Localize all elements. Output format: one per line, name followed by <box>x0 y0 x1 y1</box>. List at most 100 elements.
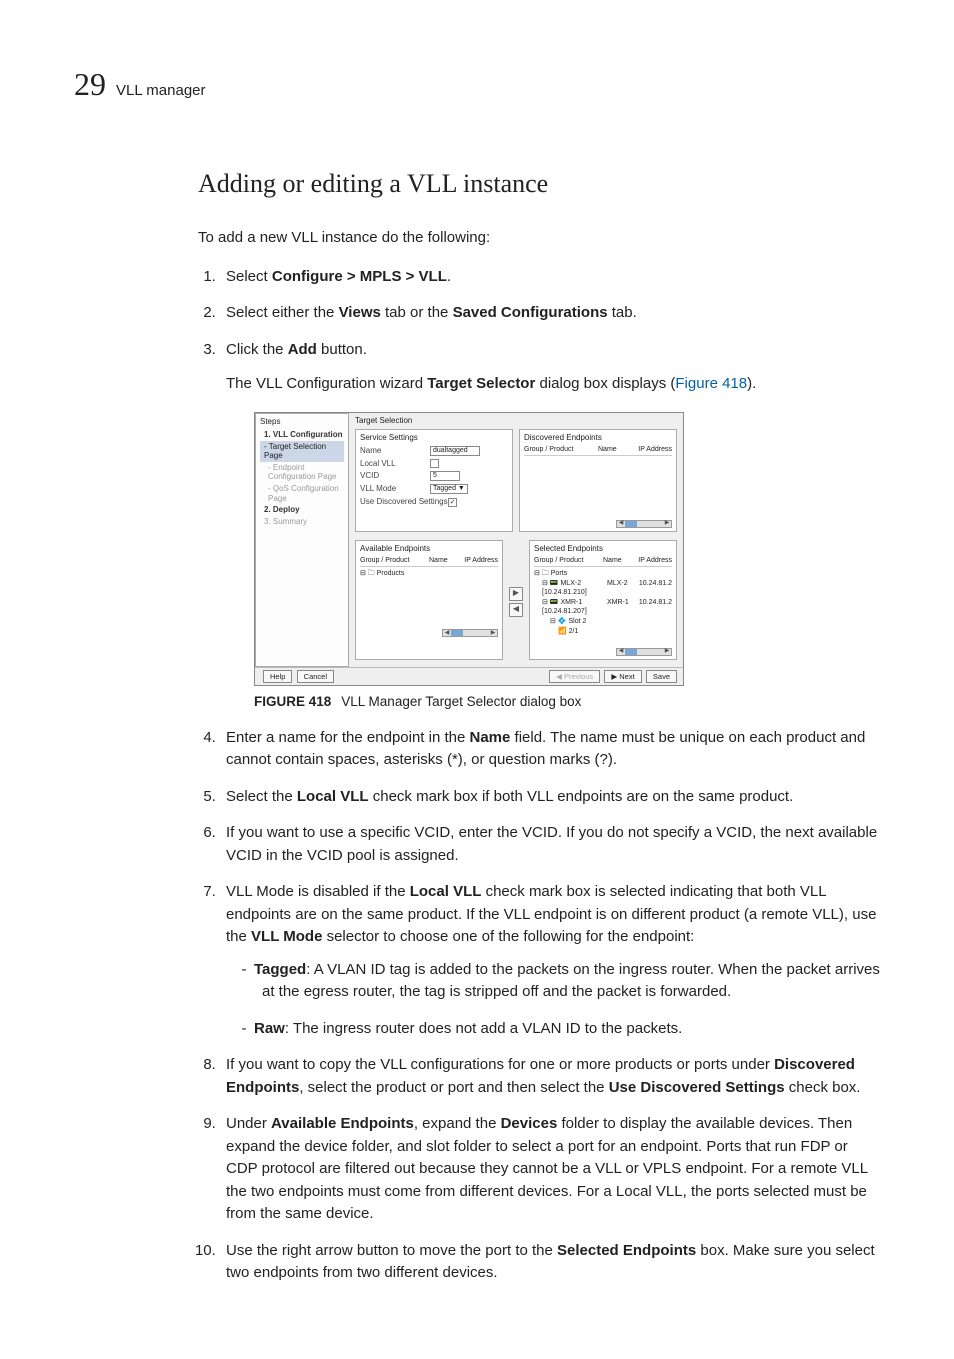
scrollbar[interactable]: ◀▶ <box>616 520 672 528</box>
panel-title: Available Endpoints <box>360 544 498 554</box>
text: Select the <box>226 788 297 805</box>
tree-row[interactable]: ⊟ 💠 Slot 2 <box>534 617 672 627</box>
figure-block: Steps 1. VLL Configuration - Target Sele… <box>254 412 880 713</box>
main-ordered-list: Select Configure > MPLS > VLL. Select ei… <box>198 266 880 1285</box>
selected-endpoints-panel: Selected Endpoints Group / Product Name … <box>529 540 677 660</box>
localvll-checkbox[interactable] <box>430 459 439 468</box>
available-endpoints-panel: Available Endpoints Group / Product Name… <box>355 540 503 660</box>
bold-text: Saved Configurations <box>453 304 608 321</box>
wizard-step: - Endpoint Configuration Page <box>260 462 344 483</box>
col-header[interactable]: Name <box>603 557 634 565</box>
col-header[interactable]: IP Address <box>460 557 498 565</box>
dialog-footer: Help Cancel ◀ Previous ▶ Next Save <box>255 667 683 686</box>
scrollbar[interactable]: ◀▶ <box>442 629 498 637</box>
panel-title: Discovered Endpoints <box>524 433 672 443</box>
use-discovered-checkbox[interactable]: ✓ <box>448 498 457 507</box>
col-header[interactable]: IP Address <box>632 446 672 454</box>
form-label-localvll: Local VLL <box>360 459 430 469</box>
figure-label: FIGURE 418 <box>254 694 331 709</box>
bold-text: Raw <box>254 1020 285 1037</box>
wizard-step[interactable]: 2. Deploy <box>260 504 344 516</box>
move-right-button[interactable]: ▶ <box>509 587 523 601</box>
wizard-steps-panel: Steps 1. VLL Configuration - Target Sele… <box>255 413 349 667</box>
step-item: Under Available Endpoints, expand the De… <box>220 1113 880 1226</box>
page: 29 VLL manager Adding or editing a VLL i… <box>0 0 954 1359</box>
chapter-number: 29 <box>74 60 106 108</box>
figure-caption: FIGURE 418 VLL Manager Target Selector di… <box>254 692 880 712</box>
step-item: If you want to use a specific VCID, ente… <box>220 822 880 867</box>
text: : The ingress router does not add a VLAN… <box>285 1020 682 1037</box>
scrollbar[interactable]: ◀▶ <box>616 648 672 656</box>
bold-text: Devices <box>501 1115 558 1132</box>
step-item: Click the Add button. The VLL Configurat… <box>220 339 880 713</box>
intro-paragraph: To add a new VLL instance do the followi… <box>198 227 880 250</box>
text: If you want to copy the VLL configuratio… <box>226 1056 774 1073</box>
text: button. <box>317 341 367 358</box>
bold-text: Local VLL <box>410 883 482 900</box>
text: Select <box>226 268 272 285</box>
form-label-name: Name <box>360 446 430 456</box>
bold-text: Selected Endpoints <box>557 1242 696 1259</box>
help-button[interactable]: Help <box>263 670 292 683</box>
wizard-steps-title: Steps <box>260 417 344 427</box>
text: . <box>447 268 451 285</box>
next-button[interactable]: ▶ Next <box>604 670 641 683</box>
tree-row[interactable]: 📶 2/1 <box>534 627 672 637</box>
step-item: Enter a name for the endpoint in the Nam… <box>220 727 880 772</box>
form-label-vcid: VCID <box>360 471 430 481</box>
bold-text: Tagged <box>254 961 306 978</box>
step-item: If you want to copy the VLL configuratio… <box>220 1054 880 1099</box>
figure-caption-text: VLL Manager Target Selector dialog box <box>341 694 581 709</box>
panel-title: Service Settings <box>360 433 508 443</box>
col-header[interactable]: Name <box>598 446 632 454</box>
text: Select either the <box>226 304 339 321</box>
text: , expand the <box>414 1115 501 1132</box>
text: Under <box>226 1115 271 1132</box>
text: , select the product or port and then se… <box>299 1079 608 1096</box>
col-header[interactable]: Group / Product <box>534 557 603 565</box>
vcid-input[interactable]: 5 <box>430 471 460 481</box>
content: To add a new VLL instance do the followi… <box>74 227 880 1285</box>
save-button[interactable]: Save <box>646 670 677 683</box>
step-item: Use the right arrow button to move the p… <box>220 1240 880 1285</box>
col-header[interactable]: IP Address <box>634 557 672 565</box>
discovered-endpoints-panel: Discovered Endpoints Group / Product Nam… <box>519 429 677 532</box>
bold-text: Views <box>339 304 381 321</box>
bullet-dash: - <box>234 959 254 982</box>
text: tab. <box>608 304 637 321</box>
wizard-step: 3. Summary <box>260 516 344 528</box>
tree-row[interactable]: ⊟ 🗀 Ports <box>534 569 672 579</box>
text: check mark box if both VLL endpoints are… <box>369 788 794 805</box>
bold-text: Name <box>470 729 511 746</box>
text: ). <box>747 375 756 392</box>
col-header[interactable]: Group / Product <box>360 557 429 565</box>
indent-paragraph: The VLL Configuration wizard Target Sele… <box>226 373 880 396</box>
tree-row[interactable]: ⊟ 📟 MLX-2 [10.24.81.210]MLX-210.24.81.2 <box>534 579 672 598</box>
wizard-step[interactable]: 1. VLL Configuration <box>260 429 344 441</box>
tree-row[interactable]: ⊟ 📟 XMR-1 [10.24.81.207]XMR-110.24.81.2 <box>534 598 672 617</box>
cancel-button[interactable]: Cancel <box>297 670 334 683</box>
previous-button: ◀ Previous <box>549 670 600 683</box>
col-header[interactable]: Group / Product <box>524 446 598 454</box>
text: check box. <box>785 1079 861 1096</box>
text: selector to choose one of the following … <box>322 928 694 945</box>
bullet-dash: - <box>234 1018 254 1041</box>
text: : A VLAN ID tag is added to the packets … <box>262 961 880 1001</box>
text: Click the <box>226 341 288 358</box>
vllmode-select[interactable]: Tagged ▼ <box>430 484 468 494</box>
bold-text: Local VLL <box>297 788 369 805</box>
bold-text: Use Discovered Settings <box>609 1079 785 1096</box>
figure-reference-link[interactable]: Figure 418 <box>675 375 747 392</box>
service-settings-panel: Service Settings Name dualtagged Local V… <box>355 429 513 532</box>
section-heading: Adding or editing a VLL instance <box>74 164 880 203</box>
col-header[interactable]: Name <box>429 557 460 565</box>
bold-text: Configure > MPLS > VLL <box>272 268 447 285</box>
target-selection-area: Target Selection Service Settings Name d… <box>349 413 683 667</box>
wizard-step: - QoS Configuration Page <box>260 483 344 504</box>
move-left-button[interactable]: ◀ <box>509 603 523 617</box>
wizard-step-selected[interactable]: - Target Selection Page <box>260 441 344 462</box>
name-input[interactable]: dualtagged <box>430 446 480 456</box>
target-selection-title: Target Selection <box>355 416 677 426</box>
tree-row[interactable]: ⊟ 🗀 Products <box>360 569 498 579</box>
bold-text: Target Selector <box>427 375 535 392</box>
